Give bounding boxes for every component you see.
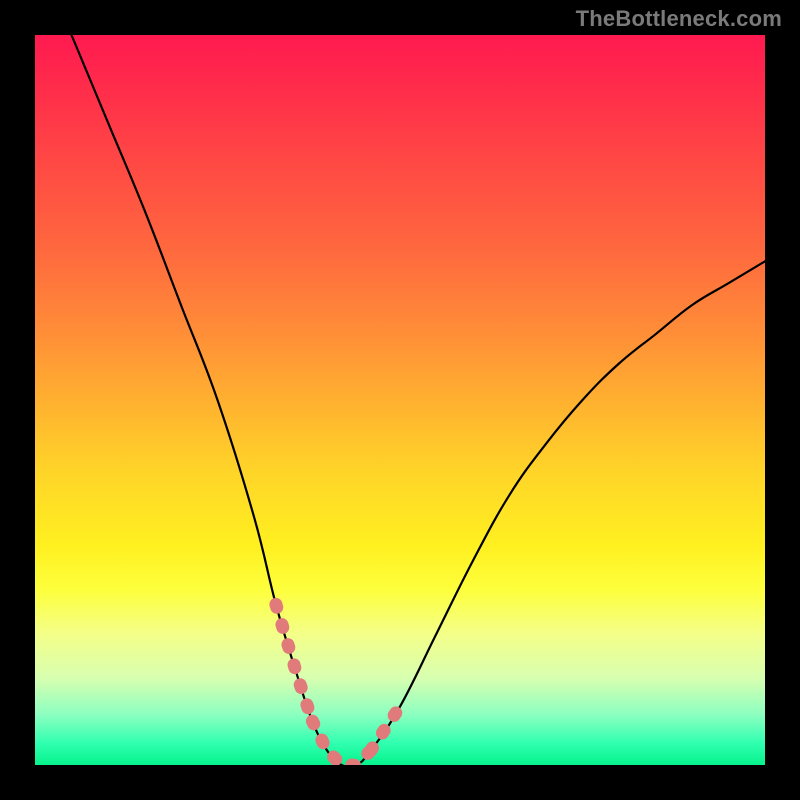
highlight-segment-1 [312,721,369,765]
chart-stage: TheBottleneck.com [0,0,800,800]
mismatch-curve [72,35,766,765]
curve-layer [35,35,765,765]
plot-area [35,35,765,765]
highlight-segment-2 [371,711,397,750]
watermark-text: TheBottleneck.com [576,6,782,32]
highlight-segment-0 [276,604,311,716]
